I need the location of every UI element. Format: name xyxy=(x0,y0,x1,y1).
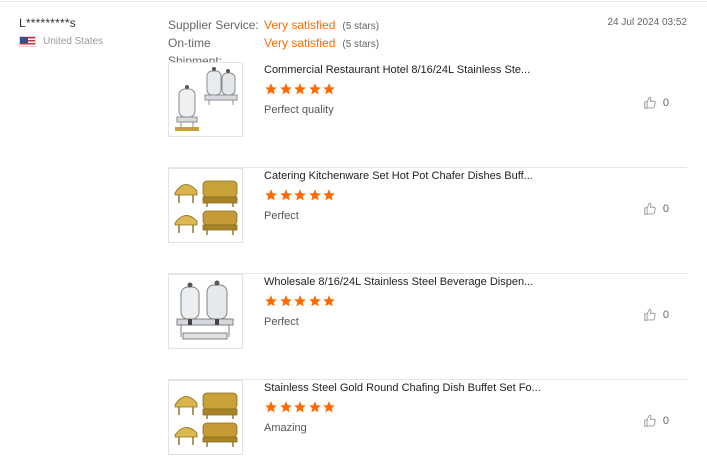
review-item: Catering Kitchenware Set Hot Pot Chafer … xyxy=(168,168,687,274)
supplier-ratings: Supplier Service: Very satisfied (5 star… xyxy=(168,16,380,68)
star-icon xyxy=(265,83,277,95)
rating-value: Very satisfied xyxy=(264,18,336,32)
product-title[interactable]: Catering Kitchenware Set Hot Pot Chafer … xyxy=(264,170,533,182)
review-date: 24 Jul 2024 03:52 xyxy=(607,17,687,28)
country-label: United States xyxy=(43,36,104,47)
star-rating xyxy=(264,188,337,202)
review-comment: Perfect quality xyxy=(264,104,334,116)
product-thumbnail[interactable] xyxy=(168,380,243,455)
rating-stars-text: (5 stars) xyxy=(342,39,380,50)
product-title[interactable]: Stainless Steel Gold Round Chafing Dish … xyxy=(264,382,541,394)
rating-value: Very satisfied xyxy=(264,36,336,50)
star-rating xyxy=(264,82,337,96)
rating-row-on-time-shipment: On-time Shipment: Very satisfied (5 star… xyxy=(168,34,380,68)
review-comment: Amazing xyxy=(264,422,307,434)
helpful-button[interactable]: 0 xyxy=(643,414,669,428)
review-comment: Perfect xyxy=(264,210,299,222)
rating-row-supplier-service: Supplier Service: Very satisfied (5 star… xyxy=(168,16,379,34)
reviewer-name: L*********s xyxy=(19,16,76,30)
helpful-count: 0 xyxy=(662,203,669,215)
review-comment: Perfect xyxy=(264,316,299,328)
reviewer-info: L*********s United States xyxy=(19,16,103,47)
star-icon xyxy=(265,189,277,201)
star-icon xyxy=(308,295,321,307)
star-icon xyxy=(294,189,306,201)
reviewer-country: United States xyxy=(19,36,103,47)
star-icon xyxy=(265,401,277,413)
helpful-button[interactable]: 0 xyxy=(643,308,669,322)
product-title[interactable]: Wholesale 8/16/24L Stainless Steel Bever… xyxy=(264,276,533,288)
helpful-button[interactable]: 0 xyxy=(643,96,669,110)
thumbs-up-icon xyxy=(644,202,656,215)
review-item: Wholesale 8/16/24L Stainless Steel Bever… xyxy=(168,274,687,380)
star-rating xyxy=(264,400,337,414)
helpful-count: 0 xyxy=(662,309,669,321)
review-item: Commercial Restaurant Hotel 8/16/24L Sta… xyxy=(168,62,687,168)
star-icon xyxy=(308,83,321,95)
product-thumbnail[interactable] xyxy=(168,168,243,243)
star-icon xyxy=(279,189,292,201)
rating-stars-text: (5 stars) xyxy=(342,21,380,32)
star-icon xyxy=(294,83,306,95)
star-icon xyxy=(323,401,335,413)
review-item: Stainless Steel Gold Round Chafing Dish … xyxy=(168,380,687,470)
star-icon xyxy=(279,83,292,95)
star-icon xyxy=(294,401,306,413)
star-rating xyxy=(264,294,337,308)
star-icon xyxy=(323,83,335,95)
rating-label: Supplier Service: xyxy=(168,18,259,32)
star-icon xyxy=(308,189,321,201)
thumbs-up-icon xyxy=(644,414,656,427)
star-icon xyxy=(279,295,292,307)
product-thumbnail[interactable] xyxy=(168,274,243,349)
helpful-count: 0 xyxy=(662,97,669,109)
us-flag-icon xyxy=(19,36,36,47)
product-thumbnail[interactable] xyxy=(168,62,243,137)
star-icon xyxy=(323,189,335,201)
star-icon xyxy=(294,295,306,307)
helpful-count: 0 xyxy=(662,415,669,427)
star-icon xyxy=(279,401,292,413)
top-divider xyxy=(0,1,707,2)
star-icon xyxy=(323,295,335,307)
thumbs-up-icon xyxy=(644,96,656,109)
thumbs-up-icon xyxy=(644,308,656,321)
product-title[interactable]: Commercial Restaurant Hotel 8/16/24L Sta… xyxy=(264,64,530,76)
star-icon xyxy=(308,401,321,413)
star-icon xyxy=(265,295,277,307)
helpful-button[interactable]: 0 xyxy=(643,202,669,216)
